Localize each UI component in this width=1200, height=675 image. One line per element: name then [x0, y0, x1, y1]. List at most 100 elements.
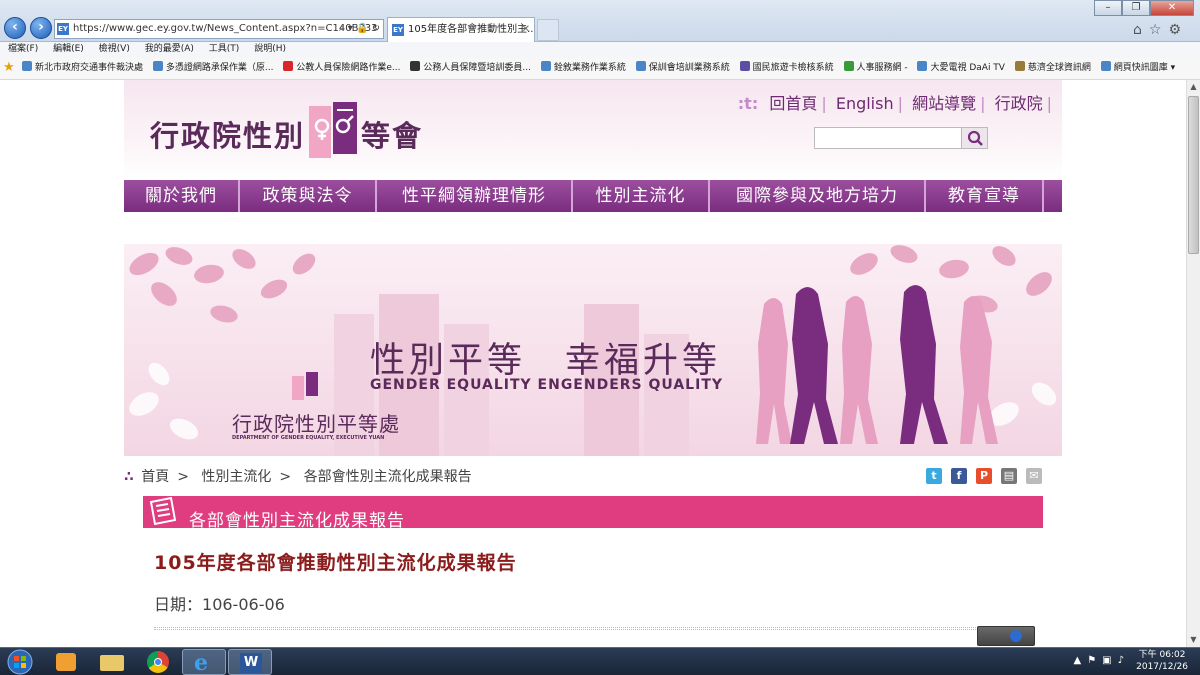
favorite-label: 公務人員保障暨培訓委員... — [423, 63, 531, 73]
banner-slogan: 性別平等 幸福升等 — [370, 341, 722, 381]
internet-explorer-icon[interactable]: e — [182, 649, 226, 675]
browser-tab[interactable]: EY 105年度各部會推動性別主... ✕ — [387, 17, 535, 42]
nav-education[interactable]: 教育宣導 — [926, 180, 1044, 212]
site-header: 行政院性別 等會 :t: 回首頁 | English | 網站導覽 | 行政院 … — [124, 80, 1062, 180]
volume-icon[interactable]: ♪ — [1118, 655, 1130, 666]
chrome-icon[interactable] — [136, 649, 180, 675]
nav-about[interactable]: 關於我們 — [124, 180, 240, 212]
favorite-label: 人事服務網 - — [856, 63, 908, 73]
page-icon — [1014, 61, 1025, 71]
breadcrumb: ∴ 首頁 > 性別主流化 > 各部會性別主流化成果報告 t f P ▤ ✉ — [124, 464, 1062, 490]
main-navigation: 關於我們 政策與法令 性平綱領辦理情形 性別主流化 國際參與及地方培力 教育宣導 — [124, 180, 1062, 212]
twitter-icon[interactable]: t — [926, 468, 942, 484]
page-icon — [22, 61, 32, 71]
scroll-thumb[interactable] — [1188, 96, 1199, 254]
page-viewport: 行政院性別 等會 :t: 回首頁 | English | 網站導覽 | 行政院 … — [0, 80, 1186, 647]
menu-help[interactable]: 說明(H) — [254, 44, 286, 54]
nav-international[interactable]: 國際參與及地方培力 — [710, 180, 926, 212]
page-scrollbar[interactable]: ▲ ▼ — [1186, 80, 1200, 647]
breadcrumb-mainstreaming[interactable]: 性別主流化 — [201, 469, 271, 485]
section-title: 各部會性別主流化成果報告 — [189, 511, 405, 531]
scroll-down-icon[interactable]: ▼ — [1187, 633, 1200, 647]
new-tab-button[interactable] — [537, 19, 559, 41]
favorites-star-icon[interactable]: ★ — [3, 61, 15, 75]
media-player-icon[interactable] — [44, 649, 88, 675]
scroll-up-icon[interactable]: ▲ — [1187, 80, 1200, 94]
banner-dept-name: 行政院性別平等處 — [232, 412, 400, 436]
top-links-marker-icon: :t: — [737, 94, 759, 113]
plurk-icon[interactable]: P — [976, 468, 992, 484]
date-value: 106-06-06 — [202, 595, 285, 614]
favorite-label: 網頁快訊圖庫 — [1113, 63, 1168, 73]
page-icon — [1100, 61, 1111, 71]
mail-icon[interactable]: ✉ — [1026, 468, 1042, 484]
link-executive-yuan[interactable]: 行政院 — [995, 94, 1043, 113]
menu-edit[interactable]: 編輯(E) — [53, 44, 84, 54]
page-icon — [152, 61, 163, 71]
link-english[interactable]: English — [836, 94, 894, 113]
menu-bar: 檔案(F) 編輯(E) 檢視(V) 我的最愛(A) 工具(T) 說明(H) — [0, 42, 1200, 58]
floating-toolbox[interactable] — [977, 626, 1035, 646]
file-explorer-icon[interactable] — [90, 649, 134, 675]
menu-tools[interactable]: 工具(T) — [209, 44, 240, 54]
favorite-link[interactable]: 新北市政府交通事件裁決處 — [22, 58, 143, 79]
restore-icon[interactable]: ❐ — [1122, 0, 1150, 16]
settings-gear-icon[interactable]: ⚙ — [1168, 22, 1188, 38]
facebook-icon[interactable]: f — [951, 468, 967, 484]
favorite-link[interactable]: 人事服務網 - — [843, 58, 908, 79]
nav-guidelines[interactable]: 性平綱領辦理情形 — [377, 180, 573, 212]
breadcrumb-home[interactable]: 首頁 — [141, 469, 169, 485]
taskbar-clock[interactable]: 下午 06:02 2017/12/26 — [1136, 649, 1188, 673]
favorite-label: 國民旅遊卡檢核系統 — [752, 63, 834, 73]
address-bar[interactable]: EY https://www.gec.ey.gov.tw/News_Conten… — [54, 19, 384, 39]
breadcrumb-current[interactable]: 各部會性別主流化成果報告 — [304, 469, 472, 485]
favorite-link[interactable]: 網頁快訊圖庫 ▾ — [1100, 58, 1175, 79]
start-orb-icon[interactable] — [3, 648, 37, 675]
nav-policy[interactable]: 政策與法令 — [240, 180, 377, 212]
page-icon — [739, 61, 750, 71]
breadcrumb-marker-icon: ∴ — [124, 469, 134, 485]
nav-mainstreaming[interactable]: 性別主流化 — [573, 180, 710, 212]
menu-favorites[interactable]: 我的最愛(A) — [145, 44, 194, 54]
close-window-icon[interactable]: ✕ — [1150, 0, 1194, 16]
favorite-link[interactable]: 公務人員保障暨培訓委員... — [410, 58, 531, 79]
clock-date: 2017/12/26 — [1136, 662, 1188, 672]
favorite-link[interactable]: 公教人員保險網路作業e... — [283, 58, 400, 79]
section-header: 各部會性別主流化成果報告 — [143, 496, 1043, 531]
address-tools-icon[interactable]: ⌕ ▾ 🔒 ↻ — [339, 20, 380, 38]
forward-icon[interactable]: › — [30, 17, 52, 39]
tray-expand-icon[interactable]: ▲ — [1073, 655, 1087, 666]
word-icon[interactable]: W — [228, 649, 272, 675]
tab-favicon: EY — [392, 24, 404, 36]
site-logo[interactable]: 行政院性別 等會 — [150, 102, 423, 162]
network-icon[interactable]: ▣ — [1102, 655, 1117, 666]
home-icon[interactable]: ⌂ — [1133, 22, 1149, 38]
minimize-icon[interactable]: – — [1094, 0, 1122, 16]
site-favicon: EY — [57, 23, 69, 35]
article-date: 日期：106-06-06 — [154, 591, 1014, 615]
back-icon[interactable]: ‹ — [4, 17, 26, 39]
menu-file[interactable]: 檔案(F) — [8, 44, 38, 54]
favorite-link[interactable]: 保訓會培訓業務系統 — [635, 58, 730, 79]
menu-view[interactable]: 檢視(V) — [99, 44, 130, 54]
browser-titlebar: ‹ › EY https://www.gec.ey.gov.tw/News_Co… — [0, 0, 1200, 42]
tab-title: 105年度各部會推動性別主... — [408, 24, 535, 35]
flag-icon[interactable]: ⚑ — [1087, 655, 1102, 666]
favorite-link[interactable]: 大愛電視 DaAi TV — [917, 58, 1005, 79]
favorite-link[interactable]: 慈濟全球資訊網 — [1014, 58, 1091, 79]
favorite-label: 公教人員保險網路作業e... — [296, 63, 401, 73]
search-input[interactable] — [815, 128, 962, 148]
print-icon[interactable]: ▤ — [1001, 468, 1017, 484]
system-tray: ▲⚑▣♪ — [1073, 655, 1130, 666]
tab-close-icon[interactable]: ✕ — [522, 18, 530, 42]
search-icon — [967, 130, 983, 146]
favorite-link[interactable]: 多憑證網路承保作業（原... — [152, 58, 273, 79]
favorites-star-icon[interactable]: ☆ — [1149, 22, 1169, 38]
page-icon — [917, 61, 928, 71]
search-button[interactable] — [961, 128, 987, 148]
link-home[interactable]: 回首頁 — [769, 94, 817, 113]
favorite-link[interactable]: 銓敘業務作業系統 — [540, 58, 626, 79]
page-icon — [635, 61, 646, 71]
link-sitemap[interactable]: 網站導覽 — [912, 94, 976, 113]
favorite-link[interactable]: 國民旅遊卡檢核系統 — [739, 58, 834, 79]
